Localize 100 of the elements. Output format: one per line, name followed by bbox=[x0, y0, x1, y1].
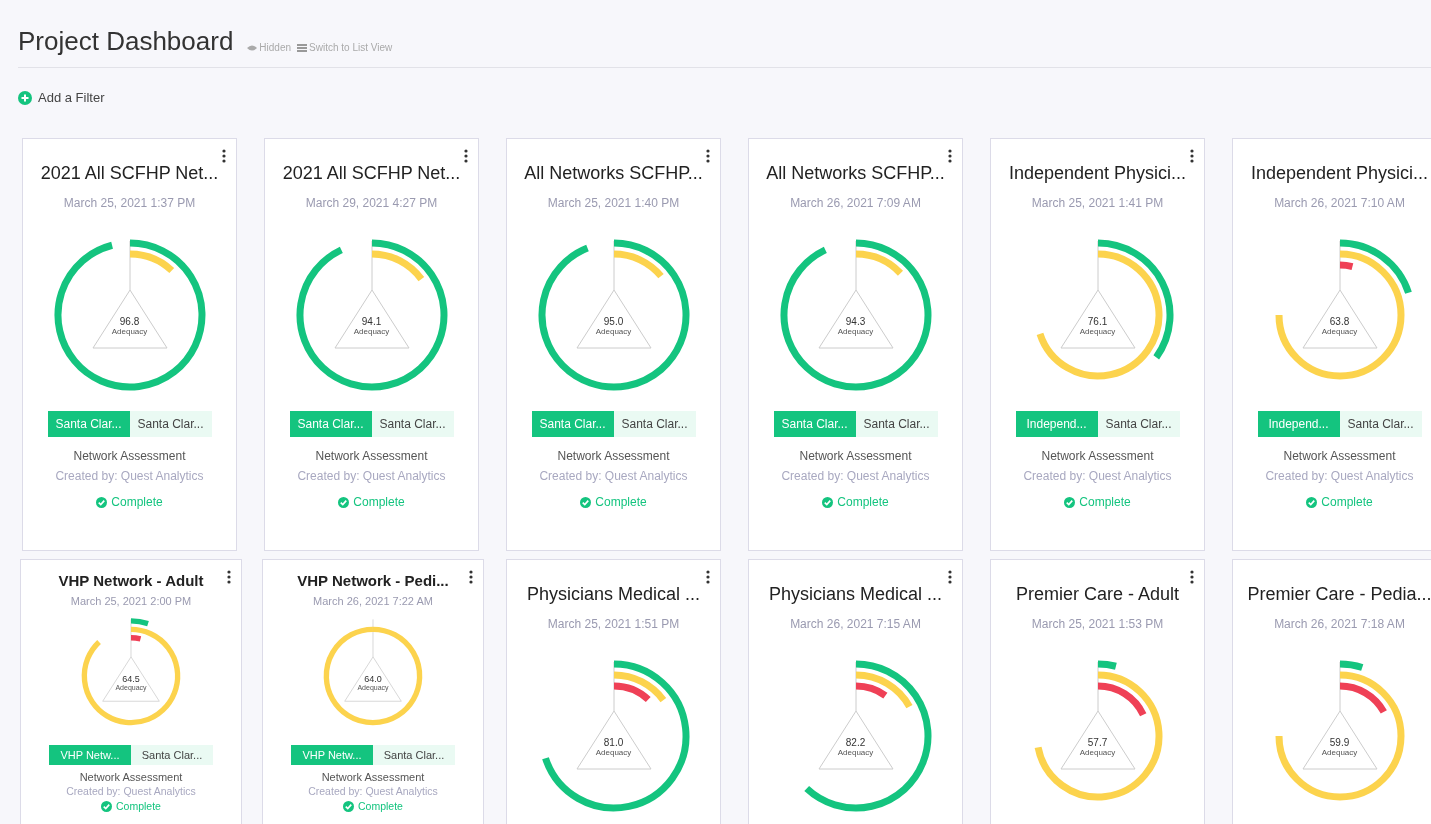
assessment-type: Network Assessment bbox=[79, 771, 183, 783]
more-menu-icon[interactable] bbox=[469, 570, 473, 584]
plus-icon bbox=[18, 90, 32, 105]
project-card[interactable]: Premier Care - Pedia... March 26, 2021 7:18 AM 59.9 Adequacy bbox=[1232, 559, 1431, 824]
more-menu-icon[interactable] bbox=[706, 149, 710, 163]
card-title: 2021 All SCFHP Net... bbox=[282, 163, 461, 184]
score-value: 59.9 bbox=[1329, 737, 1350, 748]
created-by: Created by: Quest Analytics bbox=[781, 469, 930, 483]
assessment-type: Network Assessment bbox=[1283, 449, 1396, 463]
card-date: March 26, 2021 7:18 AM bbox=[1274, 617, 1405, 631]
card-title: Premier Care - Pedia... bbox=[1247, 584, 1431, 605]
score-value: 96.8 bbox=[119, 316, 140, 327]
card-date: March 26, 2021 7:22 AM bbox=[313, 595, 433, 607]
status-label: Complete bbox=[837, 495, 889, 509]
check-icon bbox=[101, 800, 112, 812]
status-label: Complete bbox=[358, 800, 403, 812]
score-value: 82.2 bbox=[845, 737, 866, 748]
created-by: Created by: Quest Analytics bbox=[297, 469, 446, 483]
score-value: 94.3 bbox=[845, 316, 866, 327]
score-label: Adequacy bbox=[1079, 327, 1116, 336]
card-date: March 25, 2021 1:40 PM bbox=[547, 196, 680, 210]
project-card[interactable]: Independent Physici... March 26, 2021 7:10 AM 63.8 Adequacy Independ... Santa Clar... Network Assessment Created by: Quest Analytics Complete bbox=[1232, 138, 1431, 551]
card-date: March 26, 2021 7:09 AM bbox=[790, 196, 921, 210]
check-icon bbox=[580, 496, 592, 508]
more-menu-icon[interactable] bbox=[1190, 570, 1194, 584]
more-menu-icon[interactable] bbox=[222, 149, 226, 163]
score-value: 76.1 bbox=[1087, 316, 1108, 327]
more-menu-icon[interactable] bbox=[948, 570, 952, 584]
check-icon bbox=[338, 496, 350, 508]
card-date: March 25, 2021 1:53 PM bbox=[1031, 617, 1164, 631]
status-label: Complete bbox=[111, 495, 163, 509]
more-menu-icon[interactable] bbox=[706, 570, 710, 584]
score-label: Adequacy bbox=[1321, 327, 1358, 336]
created-by: Created by: Quest Analytics bbox=[66, 785, 196, 797]
card-title: Physicians Medical ... bbox=[768, 584, 943, 605]
created-by: Created by: Quest Analytics bbox=[1023, 469, 1172, 483]
more-menu-icon[interactable] bbox=[464, 149, 468, 163]
status-label: Complete bbox=[1079, 495, 1131, 509]
card-date: March 25, 2021 2:00 PM bbox=[70, 595, 192, 607]
network-tag[interactable]: Santa Clar... bbox=[1339, 411, 1422, 437]
check-icon bbox=[822, 496, 834, 508]
card-date: March 26, 2021 7:10 AM bbox=[1274, 196, 1405, 210]
card-title: Physicians Medical ... bbox=[526, 584, 701, 605]
card-title: All Networks SCFHP... bbox=[524, 163, 703, 184]
add-filter-button[interactable]: Add a Filter bbox=[18, 90, 105, 105]
card-title: Premier Care - Adult bbox=[1015, 584, 1180, 605]
project-card[interactable]: 2021 All SCFHP Net... March 29, 2021 4:27 PM 94.1 Adequacy Santa Clar... Santa Clar... Network Assessment Created by: Quest Analytics Complete bbox=[264, 138, 479, 551]
more-menu-icon[interactable] bbox=[948, 149, 952, 163]
page-title: Project Dashboard bbox=[18, 26, 234, 56]
score-value: 64.0 bbox=[364, 674, 382, 684]
score-value: 81.0 bbox=[603, 737, 624, 748]
status-label: Complete bbox=[116, 800, 161, 812]
project-card[interactable]: Physicians Medical ... March 25, 2021 1:51 PM 81.0 Adequacy bbox=[506, 559, 721, 824]
more-menu-icon[interactable] bbox=[227, 570, 231, 584]
project-card[interactable]: Independent Physici... March 25, 2021 1:41 PM 76.1 Adequacy Independ... Santa Clar... Network Assessment Created by: Quest Analytics Complete bbox=[990, 138, 1205, 551]
score-label: Adequacy bbox=[837, 327, 874, 336]
score-label: Adequacy bbox=[595, 748, 632, 757]
assessment-type: Network Assessment bbox=[315, 449, 428, 463]
network-tag[interactable]: Santa Clar... bbox=[855, 411, 938, 437]
network-tag[interactable]: Santa Clar... bbox=[129, 411, 212, 437]
status-label: Complete bbox=[595, 495, 647, 509]
list-icon bbox=[297, 42, 308, 53]
assessment-type: Network Assessment bbox=[557, 449, 670, 463]
created-by: Created by: Quest Analytics bbox=[1265, 469, 1414, 483]
score-label: Adequacy bbox=[353, 327, 390, 336]
card-title: All Networks SCFHP... bbox=[766, 163, 945, 184]
project-card[interactable]: All Networks SCFHP... March 25, 2021 1:40 PM 95.0 Adequacy Santa Clar... Santa Clar... Network Assessment Created by: Quest Analytics Complete bbox=[506, 138, 721, 551]
status-label: Complete bbox=[353, 495, 405, 509]
card-date: March 25, 2021 1:51 PM bbox=[547, 617, 680, 631]
project-card[interactable]: Physicians Medical ... March 26, 2021 7:15 AM 82.2 Adequacy bbox=[748, 559, 963, 824]
score-value: 57.7 bbox=[1087, 737, 1108, 748]
network-tag[interactable]: Santa Clar... bbox=[613, 411, 696, 437]
network-tag[interactable]: Santa Clar... bbox=[131, 745, 213, 765]
score-value: 63.8 bbox=[1329, 316, 1350, 327]
check-icon bbox=[96, 496, 108, 508]
assessment-type: Network Assessment bbox=[73, 449, 186, 463]
card-title: Independent Physici... bbox=[1250, 163, 1429, 184]
network-tag[interactable]: Santa Clar... bbox=[373, 745, 455, 765]
more-menu-icon[interactable] bbox=[1190, 149, 1194, 163]
created-by: Created by: Quest Analytics bbox=[308, 785, 438, 797]
score-label: Adequacy bbox=[595, 327, 632, 336]
card-title: 2021 All SCFHP Net... bbox=[40, 163, 219, 184]
card-date: March 29, 2021 4:27 PM bbox=[305, 196, 438, 210]
network-tag[interactable]: Santa Clar... bbox=[1097, 411, 1180, 437]
assessment-type: Network Assessment bbox=[1041, 449, 1154, 463]
score-label: Adequacy bbox=[1079, 748, 1116, 757]
score-value: 95.0 bbox=[603, 316, 624, 327]
score-label: Adequacy bbox=[837, 748, 874, 757]
assessment-type: Network Assessment bbox=[799, 449, 912, 463]
project-card[interactable]: Premier Care - Adult March 25, 2021 1:53 PM 57.7 Adequacy bbox=[990, 559, 1205, 824]
network-tag[interactable]: Santa Clar... bbox=[371, 411, 454, 437]
status-label: Complete bbox=[1321, 495, 1373, 509]
project-card[interactable]: All Networks SCFHP... March 26, 2021 7:09 AM 94.3 Adequacy Santa Clar... Santa Clar... Network Assessment Created by: Quest Analytics Complete bbox=[748, 138, 963, 551]
card-date: March 26, 2021 7:15 AM bbox=[790, 617, 921, 631]
project-card[interactable]: 2021 All SCFHP Net... March 25, 2021 1:37 PM 96.8 Adequacy Santa Clar... Santa Clar... Network Assessment Created by: Quest Analytics Complete bbox=[22, 138, 237, 551]
card-date: March 25, 2021 1:41 PM bbox=[1031, 196, 1164, 210]
score-value: 94.1 bbox=[361, 316, 382, 327]
score-value: 64.5 bbox=[122, 674, 140, 684]
check-icon bbox=[1064, 496, 1076, 508]
created-by: Created by: Quest Analytics bbox=[539, 469, 688, 483]
